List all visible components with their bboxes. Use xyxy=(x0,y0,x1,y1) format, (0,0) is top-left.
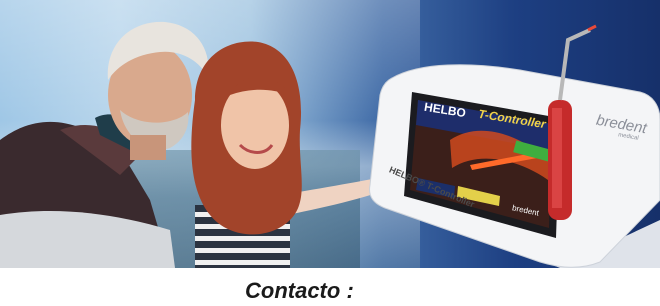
banner-illustration xyxy=(0,21,660,268)
hero-banner: HELBO T-Controller bredent bredent medic… xyxy=(0,0,660,268)
t-controller-device xyxy=(369,24,660,268)
contact-heading: Contacto : xyxy=(245,278,354,303)
